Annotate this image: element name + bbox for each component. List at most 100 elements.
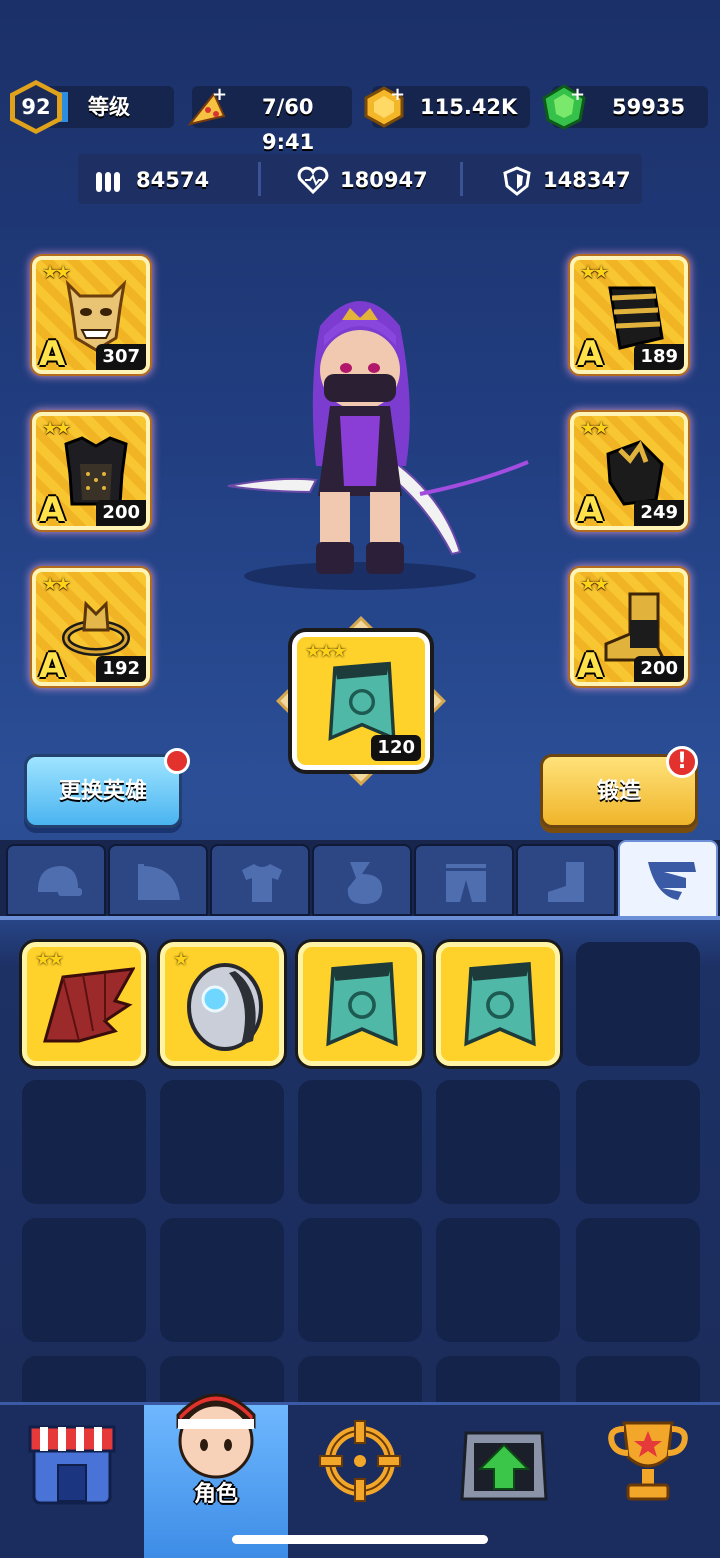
level-number: 92	[15, 85, 57, 129]
shop-icon	[28, 1425, 116, 1505]
energy-value: 7/60	[262, 95, 314, 119]
home-indicator[interactable]	[232, 1535, 488, 1544]
star-rating: ★★	[42, 262, 71, 283]
crosshair-icon	[319, 1420, 401, 1502]
cape-icon	[326, 962, 398, 1047]
nav-trophy[interactable]	[576, 1405, 720, 1558]
armor-icon	[64, 436, 128, 506]
hero-character[interactable]	[220, 286, 540, 592]
stats-divider	[460, 162, 463, 196]
equip-slot-feet[interactable]: ★★ A 200	[570, 568, 688, 686]
pizza-icon[interactable]: +	[184, 84, 228, 128]
star-rating: ★★	[580, 574, 609, 595]
grade-letter: A	[577, 646, 604, 686]
star-rating: ★★	[42, 574, 71, 595]
featured-equipment[interactable]: ★★★ 120	[276, 616, 446, 786]
tab-shoulder[interactable]	[108, 844, 208, 916]
equip-slot-body[interactable]: ★★ A 200	[32, 412, 150, 530]
featured-card[interactable]: ★★★ 120	[292, 632, 430, 770]
tab-boots[interactable]	[516, 844, 616, 916]
cape-icon	[464, 962, 536, 1047]
inventory-empty-slot	[298, 1356, 422, 1402]
boot-icon	[548, 862, 584, 902]
upgrade-icon	[460, 1431, 548, 1501]
shield-icon	[503, 166, 531, 196]
tab-helmet[interactable]	[6, 844, 106, 916]
bracer-icon	[608, 286, 664, 350]
demon-wings-icon	[43, 967, 135, 1043]
inventory-empty-slot	[298, 1080, 422, 1204]
attack-value: 84574	[136, 168, 210, 192]
item-level: 192	[96, 656, 146, 682]
star-rating: ★★	[42, 418, 71, 439]
star-rating: ★★	[580, 262, 609, 283]
inventory-item-demon-wings[interactable]: ★★	[22, 942, 146, 1066]
boot-icon	[604, 592, 667, 662]
shoulder-icon	[138, 864, 180, 900]
star-rating: ★★	[35, 949, 64, 970]
grade-letter: A	[39, 490, 66, 530]
grade-letter: A	[577, 490, 604, 530]
level-pill: 等级	[44, 86, 174, 128]
wing-icon	[648, 862, 696, 900]
cape-icon	[328, 661, 396, 741]
gems-value: 59935	[612, 95, 686, 119]
tab-wings[interactable]	[618, 840, 718, 918]
helmet-icon	[38, 866, 82, 896]
heart-icon	[297, 166, 329, 194]
tab-underline	[0, 916, 720, 920]
inventory-item-cape[interactable]	[298, 942, 422, 1066]
star-rating: ★★★	[305, 641, 347, 662]
nav-shop[interactable]	[0, 1405, 144, 1558]
item-level: 200	[634, 656, 684, 682]
defense-value: 148347	[543, 168, 631, 192]
svg-text:+: +	[212, 84, 227, 105]
notification-dot	[164, 748, 190, 774]
star-rating: ★	[173, 949, 189, 970]
item-level: 249	[634, 500, 684, 526]
inventory-empty-slot	[22, 1356, 146, 1402]
inventory-empty-slot	[436, 1218, 560, 1342]
gem-icon[interactable]: +	[540, 82, 588, 130]
grade-letter: A	[39, 334, 66, 374]
inventory-empty-slot	[576, 1218, 700, 1342]
health-value: 180947	[340, 168, 428, 192]
stats-divider	[258, 162, 261, 196]
svg-text:+: +	[570, 84, 585, 105]
inventory-empty-slot	[22, 1080, 146, 1204]
inventory-empty-slot	[576, 942, 700, 1066]
inventory-empty-slot	[436, 1356, 560, 1402]
tab-glove[interactable]	[312, 844, 412, 916]
equip-slot-hand[interactable]: ★★ A 249	[570, 412, 688, 530]
inventory-item-cape[interactable]	[436, 942, 560, 1066]
mech-orb-icon	[187, 963, 263, 1051]
character-avatar-icon	[176, 1393, 256, 1479]
coins-value: 115.42K	[420, 95, 518, 119]
level-label: 等级	[88, 95, 130, 119]
grade-letter: A	[39, 646, 66, 686]
inventory-empty-slot	[576, 1080, 700, 1204]
tab-shirt[interactable]	[210, 844, 310, 916]
grade-letter: A	[577, 334, 604, 374]
inventory-empty-slot	[160, 1218, 284, 1342]
nav-character-label: 角色	[193, 1482, 238, 1507]
inventory-empty-slot	[160, 1080, 284, 1204]
dragon-ring-icon	[62, 600, 130, 656]
item-level: 120	[371, 735, 421, 761]
item-level: 307	[96, 344, 146, 370]
alert-badge: !	[666, 746, 698, 778]
status-time: 9:41	[262, 130, 315, 154]
bullets-icon	[96, 172, 120, 192]
inventory-empty-slot	[22, 1218, 146, 1342]
gauntlet-icon	[606, 440, 664, 506]
swap-hero-button[interactable]: 更换英雄	[24, 754, 182, 828]
coin-icon[interactable]: +	[360, 82, 408, 130]
equip-slot-head[interactable]: ★★ A 307	[32, 256, 150, 374]
inventory-empty-slot	[298, 1218, 422, 1342]
tab-pants[interactable]	[414, 844, 514, 916]
equip-slot-ring[interactable]: ★★ A 192	[32, 568, 150, 686]
inventory-item-mech-orb[interactable]: ★	[160, 942, 284, 1066]
item-level: 189	[634, 344, 684, 370]
equip-slot-arm[interactable]: ★★ A 189	[570, 256, 688, 374]
item-level: 200	[96, 500, 146, 526]
